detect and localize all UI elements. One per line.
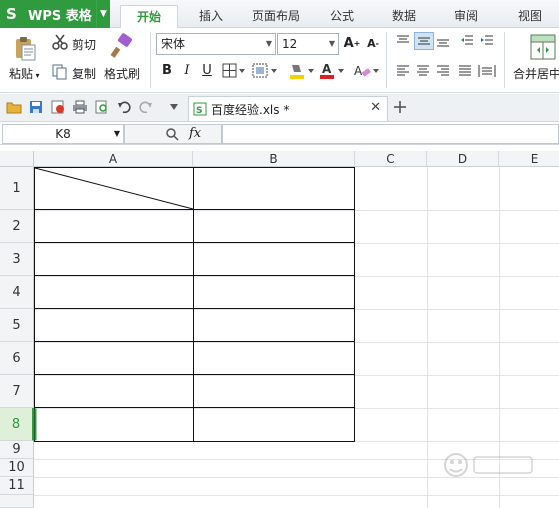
svg-text:A: A: [354, 64, 363, 78]
undo-icon[interactable]: [116, 99, 132, 115]
fill-color-icon[interactable]: [288, 62, 316, 80]
format-painter-icon[interactable]: [108, 32, 136, 60]
wps-logo-icon: S: [6, 5, 17, 23]
chevron-down-icon: ▼: [328, 39, 335, 48]
formula-input[interactable]: [222, 124, 559, 144]
font-size-select[interactable]: 12 ▼: [277, 33, 339, 55]
cut-button[interactable]: 剪切: [72, 36, 96, 53]
format-painter-button[interactable]: 格式刷: [104, 65, 140, 82]
scissors-icon[interactable]: [52, 34, 68, 50]
decrease-font-icon[interactable]: A-: [364, 35, 382, 53]
font-color-icon[interactable]: A: [318, 62, 346, 80]
align-middle-icon[interactable]: [414, 32, 434, 50]
tab-insert[interactable]: 插入: [186, 5, 236, 28]
insert-function-button[interactable]: fx: [189, 126, 201, 141]
tab-page-layout[interactable]: 页面布局: [244, 5, 308, 28]
new-tab-plus-icon[interactable]: [392, 99, 408, 115]
increase-indent-icon[interactable]: [480, 34, 494, 48]
distribute-icon[interactable]: [478, 64, 496, 78]
ribbon-divider: [504, 32, 505, 88]
tab-review[interactable]: 审阅: [442, 5, 490, 28]
increase-font-icon[interactable]: A+: [343, 35, 361, 53]
formula-bar: K8 ▼ fx: [0, 123, 559, 145]
print-preview-icon[interactable]: [94, 99, 110, 115]
justify-icon[interactable]: [458, 64, 472, 78]
ribbon: 粘贴 ▾ 剪切 复制 格式刷 宋体▼ 12▼ A+ A- B I U A A: [0, 28, 559, 93]
name-box[interactable]: K8 ▼: [2, 124, 124, 144]
chevron-down-icon[interactable]: [166, 99, 182, 115]
merge-center-icon[interactable]: [530, 34, 556, 60]
zoom-search-icon[interactable]: [165, 127, 179, 144]
align-right-icon[interactable]: [436, 64, 450, 78]
merge-center-button[interactable]: 合并居中: [513, 65, 559, 82]
underline-button[interactable]: U: [198, 62, 216, 80]
save-icon[interactable]: [28, 99, 44, 115]
copy-icon[interactable]: [52, 64, 68, 80]
close-icon[interactable]: ✕: [370, 100, 381, 115]
decrease-indent-icon[interactable]: [460, 34, 474, 48]
borders-icon[interactable]: [222, 63, 246, 79]
spreadsheet-grid: A B C D E 1 2 3 4 5 6 7 8 9 10 11: [0, 145, 559, 508]
ribbon-divider: [150, 32, 151, 88]
align-bottom-icon[interactable]: [436, 34, 450, 48]
tab-data[interactable]: 数据: [380, 5, 428, 28]
align-center-icon[interactable]: [416, 64, 430, 78]
open-folder-icon[interactable]: [6, 99, 22, 115]
copy-button[interactable]: 复制: [72, 65, 96, 82]
app-title: WPS 表格: [28, 8, 92, 24]
baidu-watermark-logo: [438, 445, 538, 485]
app-menu-button[interactable]: S WPS 表格 ▼: [0, 0, 110, 28]
cell-fill-pattern-icon[interactable]: [252, 63, 278, 79]
svg-text:A: A: [322, 62, 332, 76]
document-tab-name: 百度经验.xls *: [211, 103, 290, 117]
font-name-select[interactable]: 宋体 ▼: [156, 33, 276, 55]
document-tab[interactable]: S 百度经验.xls * ✕: [188, 96, 388, 121]
redo-icon[interactable]: [138, 99, 154, 115]
paste-icon[interactable]: [12, 34, 38, 62]
print-icon[interactable]: [72, 99, 88, 115]
formula-tools: fx: [124, 124, 222, 144]
align-top-icon[interactable]: [396, 34, 410, 48]
align-left-icon[interactable]: [396, 64, 410, 78]
selected-row-indicator: [34, 408, 37, 441]
tab-view[interactable]: 视图: [506, 5, 554, 28]
menu-bar: S WPS 表格 ▼ 开始 插入 页面布局 公式 数据 审阅 视图: [0, 0, 559, 28]
cell-diagonal-line: [34, 167, 194, 210]
tab-formula[interactable]: 公式: [318, 5, 366, 28]
clear-format-icon[interactable]: A: [352, 62, 380, 80]
paste-button[interactable]: 粘贴 ▾: [9, 65, 40, 82]
tab-start[interactable]: 开始: [120, 5, 178, 28]
chevron-down-icon: ▼: [113, 129, 120, 138]
chevron-down-icon[interactable]: ▼: [96, 0, 110, 28]
italic-button[interactable]: I: [178, 62, 196, 80]
chevron-down-icon: ▼: [265, 39, 272, 48]
bold-button[interactable]: B: [158, 62, 176, 80]
spreadsheet-file-icon: S: [193, 102, 207, 116]
svg-text:S: S: [196, 106, 202, 116]
ribbon-divider: [386, 32, 387, 88]
export-pdf-icon[interactable]: [50, 99, 66, 115]
